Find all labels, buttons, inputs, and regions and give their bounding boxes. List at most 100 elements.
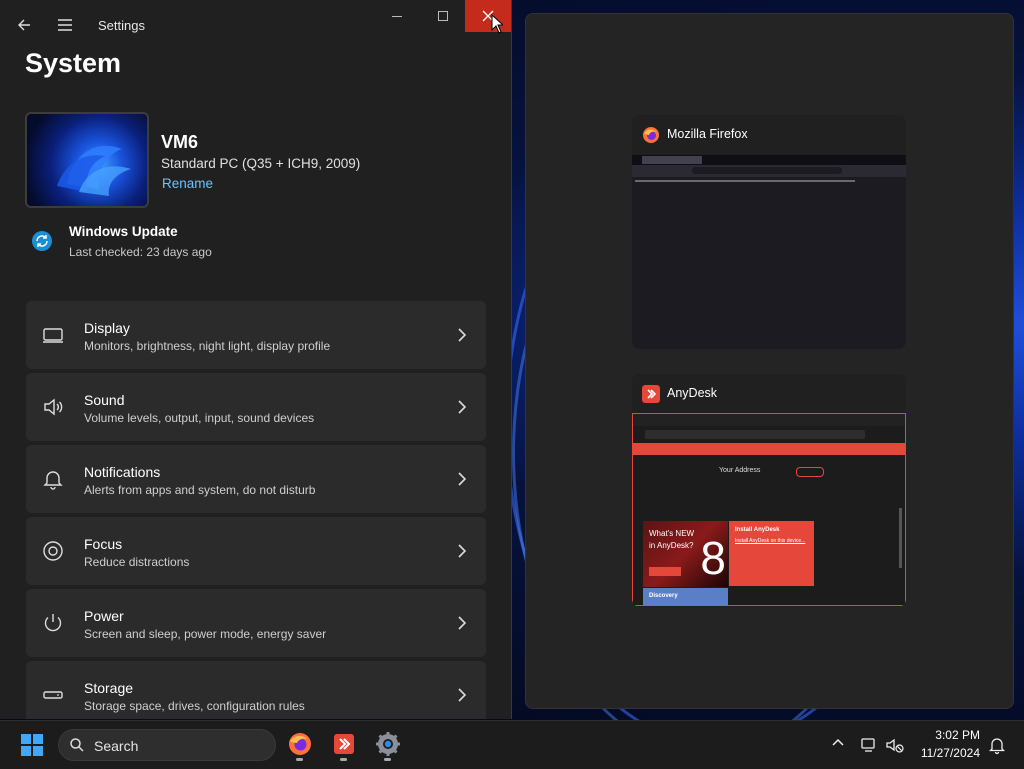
device-wallpaper-thumbnail [25,112,149,208]
category-subtitle: Storage space, drives, configuration rul… [84,699,305,713]
firefox-preview [632,155,906,349]
nav-menu-button[interactable] [54,14,76,36]
taskbar-search-box[interactable]: Search [58,729,276,761]
tile-link: Install AnyDesk on this device... [735,538,806,544]
running-indicator [384,758,391,761]
windows-logo-icon [33,746,43,756]
firefox-icon [289,733,311,755]
mouse-cursor-icon [491,14,503,34]
back-arrow-icon [18,19,30,31]
tile-learn-more-button [649,567,681,576]
taskbar: Search 3:02 PM 11/27/2024 [0,720,1024,769]
chevron-right-icon [458,328,467,342]
tile-line: What's NEW [649,529,695,538]
maximize-icon [438,11,448,21]
preview-install-tile: Install AnyDesk Install AnyDesk on this … [729,521,814,586]
title-bar: Settings [0,0,511,48]
category-sound[interactable]: Sound Volume levels, output, input, soun… [26,373,486,441]
windows-logo-icon [33,734,43,744]
category-title: Notifications [84,464,161,480]
preview-address-bar [645,430,865,439]
rename-link[interactable]: Rename [162,176,213,191]
category-notifications[interactable]: Notifications Alerts from apps and syste… [26,445,486,513]
category-title: Power [84,608,124,624]
category-title: Focus [84,536,123,552]
category-subtitle: Monitors, brightness, night light, displ… [84,339,331,353]
category-focus[interactable]: Focus Reduce distractions [26,517,486,585]
taskbar-app-anydesk[interactable] [328,729,360,761]
maximize-button[interactable] [420,0,466,32]
windows-update-status: Last checked: 23 days ago [69,245,212,259]
bell-icon [43,471,63,490]
wallpaper-bloom-icon [57,145,131,196]
taskbar-app-settings[interactable] [372,729,404,761]
tile-line: in AnyDesk? [649,541,694,550]
firefox-icon [643,127,659,143]
category-title: Display [84,320,130,336]
category-subtitle: Screen and sleep, power mode, energy sav… [84,627,327,641]
preview-tab [642,156,702,164]
category-subtitle: Reduce distractions [84,555,190,569]
page-title: System [25,48,122,78]
chevron-right-icon [458,616,467,630]
storage-icon [43,691,63,699]
window-thumbnail-anydesk[interactable]: AnyDesk Your Address What's NEW in AnyDe… [632,374,906,607]
preview-address-pill [796,467,824,477]
chevron-right-icon [458,472,467,486]
taskbar-app-firefox[interactable] [284,729,316,761]
focus-icon [43,541,63,561]
running-indicator [296,758,303,761]
preview-whats-new-tile: What's NEW in AnyDesk? 8 [643,521,728,587]
anydesk-preview: Your Address What's NEW in AnyDesk? 8 In… [632,413,906,606]
clock-time[interactable]: 3:02 PM [900,728,980,742]
show-hidden-icons-button[interactable] [828,735,848,755]
preview-tabstrip [632,155,906,165]
preview-page-text [635,180,855,182]
chevron-right-icon [458,544,467,558]
category-title: Storage [84,680,134,696]
thumbnail-header: AnyDesk [632,374,906,414]
thumbnail-title: AnyDesk [667,386,718,400]
back-button[interactable] [14,14,36,36]
category-display[interactable]: Display Monitors, brightness, night ligh… [26,301,486,369]
chevron-up-icon [832,738,844,746]
power-icon [44,614,62,632]
window-thumbnail-firefox[interactable]: Mozilla Firefox [632,115,906,349]
start-button[interactable] [21,734,43,756]
chevron-right-icon [458,688,467,702]
search-placeholder: Search [94,738,139,754]
monitor-icon [43,328,63,343]
windows-logo-icon [21,746,31,756]
running-indicator [340,758,347,761]
thumbnail-header: Mozilla Firefox [632,115,906,155]
settings-icon [376,732,400,756]
network-icon[interactable] [860,735,880,755]
tile-title: Discovery [649,593,678,599]
hamburger-icon [58,19,72,31]
minimize-icon [392,16,402,17]
minimize-button[interactable] [374,0,420,32]
category-title: Sound [84,392,125,408]
chevron-right-icon [458,400,467,414]
snap-assist-panel: Mozilla Firefox AnyDesk Your Address Wha… [525,13,1014,709]
clock-date[interactable]: 11/27/2024 [900,746,980,760]
anydesk-icon [334,734,354,754]
search-icon [70,738,84,752]
windows-update-icon[interactable] [32,231,52,251]
windows-update-title[interactable]: Windows Update [69,224,178,239]
notification-bell-icon[interactable] [987,735,1007,755]
preview-your-address: Your Address [719,467,761,474]
preview-scrollbar [899,508,902,568]
preview-tabstrip [633,414,905,426]
close-button[interactable] [465,0,511,32]
device-model: Standard PC (Q35 + ICH9, 2009) [161,156,361,171]
category-power[interactable]: Power Screen and sleep, power mode, ener… [26,589,486,657]
anydesk-icon [642,385,660,403]
category-storage[interactable]: Storage Storage space, drives, configura… [26,661,486,719]
category-subtitle: Volume levels, output, input, sound devi… [84,411,315,425]
preview-discovery-tile: Discovery [643,588,728,606]
category-subtitle: Alerts from apps and system, do not dist… [84,483,316,497]
speaker-icon [44,398,63,416]
settings-window: Settings System VM6 Standard PC (Q35 + I… [0,0,512,719]
preview-disconnected-banner [633,443,905,455]
